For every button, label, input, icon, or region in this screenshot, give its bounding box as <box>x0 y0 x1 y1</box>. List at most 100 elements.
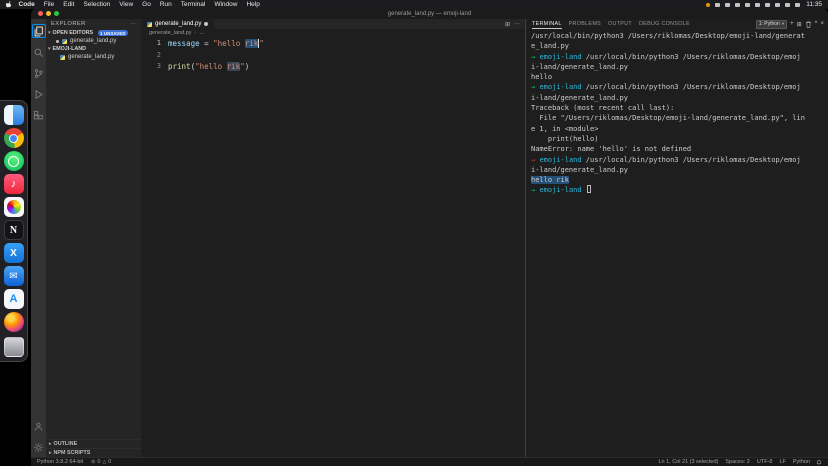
spotlight-icon[interactable] <box>765 3 770 7</box>
chevron-right-icon: ▸ <box>49 441 52 447</box>
account-icon[interactable] <box>33 420 45 432</box>
chevron-down-icon: ▾ <box>48 30 51 36</box>
chevron-right-icon: › <box>195 30 197 36</box>
run-debug-icon[interactable] <box>33 88 45 100</box>
bluetooth-icon[interactable] <box>735 3 740 7</box>
music-icon[interactable] <box>4 174 24 194</box>
terminal-line: /usr/local/bin/python3 /Users/riklomas/D… <box>531 31 828 41</box>
siri-icon[interactable] <box>785 3 790 7</box>
menu-item-code[interactable]: Code <box>14 1 39 8</box>
menu-item-terminal[interactable]: Terminal <box>176 1 210 8</box>
split-terminal-icon[interactable]: ⊞ <box>797 21 802 28</box>
menu-item-selection[interactable]: Selection <box>79 1 115 8</box>
open-editors-header[interactable]: ▾ OPEN EDITORS 1 UNSAVED <box>46 29 141 37</box>
screen-record-icon[interactable] <box>706 3 710 7</box>
close-panel-icon[interactable]: × <box>820 21 824 27</box>
panel-tab-output[interactable]: OUTPUT <box>608 19 632 29</box>
code-line[interactable]: 2 <box>141 50 525 62</box>
outline-section[interactable]: ▸ OUTLINE <box>46 439 141 448</box>
menu-items: CodeFileEditSelectionViewGoRunTerminalWi… <box>14 1 264 8</box>
trash-icon[interactable] <box>4 337 24 357</box>
apple-menu-icon[interactable] <box>6 1 12 8</box>
menu-item-run[interactable]: Run <box>155 1 176 8</box>
split-editor-icon[interactable]: ⊞ <box>505 21 510 28</box>
open-editor-item[interactable]: generate_land.py <box>46 37 141 45</box>
appstore-icon[interactable] <box>4 289 24 309</box>
finder-icon[interactable] <box>4 105 24 125</box>
notion-icon[interactable] <box>4 220 24 240</box>
panel-tab-problems[interactable]: PROBLEMS <box>569 19 601 29</box>
editor-group: generate_land.py ⊞ ··· generate_land.py … <box>141 19 526 457</box>
battery-icon[interactable] <box>745 3 750 7</box>
title-bar[interactable]: generate_land.py — emoji-land <box>31 8 828 19</box>
sidebar-more-actions-icon[interactable]: ··· <box>130 21 136 27</box>
display-icon[interactable] <box>715 3 720 7</box>
open-editors-list: generate_land.py <box>46 37 141 45</box>
close-window-button[interactable] <box>38 11 43 16</box>
kill-terminal-icon[interactable] <box>805 21 812 28</box>
explorer-icon[interactable] <box>33 25 45 37</box>
breadcrumb-more[interactable]: … <box>199 30 205 36</box>
stats-icon[interactable] <box>725 3 730 7</box>
tree-file-item[interactable]: generate_land.py <box>46 53 141 61</box>
chrome-icon[interactable] <box>4 128 24 148</box>
wifi-icon[interactable] <box>755 3 760 7</box>
code-line[interactable]: 3print("hello rik") <box>141 61 525 73</box>
menu-item-help[interactable]: Help <box>242 1 264 8</box>
xapp-icon[interactable] <box>4 243 24 263</box>
maximize-panel-icon[interactable]: ^ <box>815 21 818 27</box>
menu-bar: CodeFileEditSelectionViewGoRunTerminalWi… <box>0 0 828 9</box>
code-text: print("hello rik") <box>168 61 249 73</box>
menu-item-edit[interactable]: Edit <box>59 1 79 8</box>
problems-indicator[interactable]: ⊘ 0 △ 0 <box>91 459 111 465</box>
folder-header[interactable]: ▾ EMOJI-LAND <box>46 45 141 53</box>
modified-dot-icon[interactable] <box>204 22 208 26</box>
panel-tab-terminal[interactable]: TERMINAL <box>532 19 562 29</box>
mail-icon[interactable] <box>4 266 24 286</box>
terminal-line: → emoji-land /usr/local/bin/python3 /Use… <box>531 52 828 62</box>
encoding[interactable]: UTF-8 <box>757 459 773 465</box>
npm-scripts-section[interactable]: ▸ NPM SCRIPTS <box>46 448 141 457</box>
menu-item-file[interactable]: File <box>39 1 58 8</box>
settings-gear-icon[interactable] <box>33 441 45 453</box>
firefox-icon[interactable] <box>4 312 24 332</box>
notifications-bell-icon[interactable] <box>816 459 822 465</box>
extensions-icon[interactable] <box>33 109 45 121</box>
cursor-position[interactable]: Ln 1, Col 21 (3 selected) <box>658 459 718 465</box>
terminal-line: hello <box>531 72 828 82</box>
panel-controls: 1: Python ▾ + ⊞ ^ × <box>756 20 824 29</box>
menu-item-window[interactable]: Window <box>210 1 242 8</box>
editor-more-actions-icon[interactable]: ··· <box>514 21 520 27</box>
eol[interactable]: LF <box>779 459 785 465</box>
menu-bar-clock[interactable]: 11:35 <box>806 1 822 8</box>
modified-dot-icon <box>56 40 59 43</box>
menu-item-view[interactable]: View <box>115 1 138 8</box>
breadcrumb[interactable]: generate_land.py › … <box>141 29 525 37</box>
terminal-line: i-land/generate_land.py <box>531 62 828 72</box>
unsaved-badge: 1 UNSAVED <box>98 30 127 36</box>
photos-icon[interactable] <box>4 197 24 217</box>
language-mode[interactable]: Python <box>793 459 810 465</box>
code-line[interactable]: 1message = "hello rik" <box>141 38 525 50</box>
terminal-line: e_land.py <box>531 41 828 51</box>
status-bar: Python 3.8.2 64-bit ⊘ 0 △ 0 Ln 1, Col 21… <box>31 457 828 466</box>
whatsapp-icon[interactable] <box>4 151 24 171</box>
search-icon[interactable] <box>33 46 45 58</box>
code-editor[interactable]: 1message = "hello rik"23print("hello rik… <box>141 37 525 457</box>
explorer-sidebar: EXPLORER ··· ▾ OPEN EDITORS 1 UNSAVED ge… <box>46 19 141 457</box>
notification-center-icon[interactable] <box>795 3 800 7</box>
indentation[interactable]: Spaces: 2 <box>725 459 749 465</box>
source-control-icon[interactable] <box>33 67 45 79</box>
line-number: 2 <box>141 50 168 62</box>
terminal-output[interactable]: /usr/local/bin/python3 /Users/riklomas/D… <box>526 29 828 457</box>
shell-selector[interactable]: 1: Python ▾ <box>756 20 787 29</box>
menu-item-go[interactable]: Go <box>138 1 156 8</box>
tab-generate-land-py[interactable]: generate_land.py <box>141 19 214 29</box>
python-version[interactable]: Python 3.8.2 64-bit <box>37 459 83 465</box>
zoom-window-button[interactable] <box>54 11 59 16</box>
control-center-icon[interactable] <box>775 3 780 7</box>
breadcrumb-file[interactable]: generate_land.py <box>149 30 192 36</box>
panel-tab-debug-console[interactable]: DEBUG CONSOLE <box>639 19 690 29</box>
minimize-window-button[interactable] <box>46 11 51 16</box>
new-terminal-icon[interactable]: + <box>790 21 794 27</box>
